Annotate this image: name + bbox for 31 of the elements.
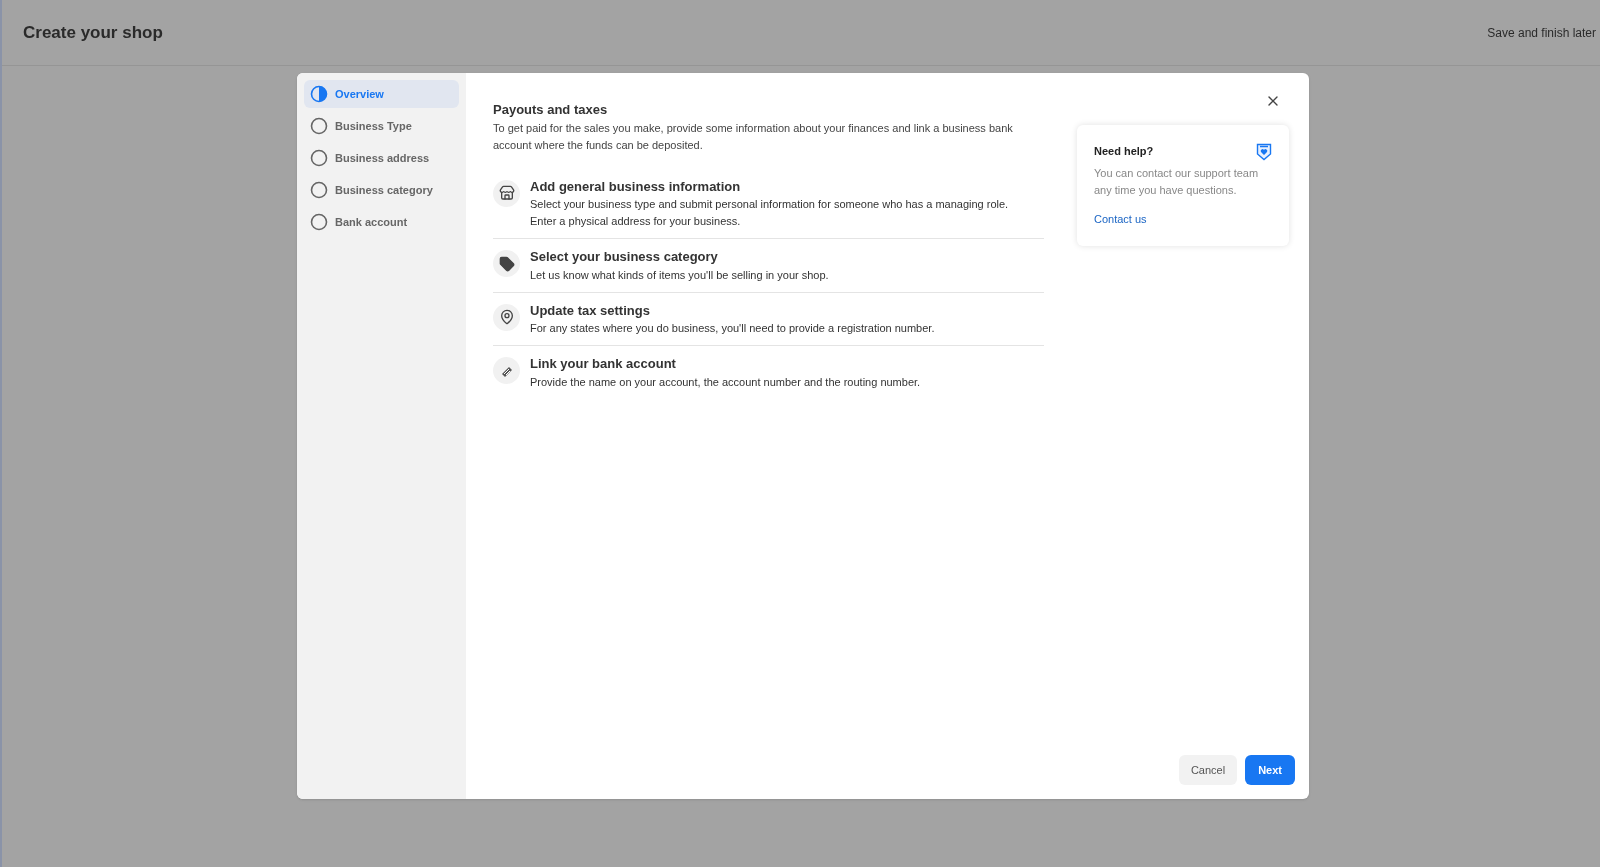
task-title: Add general business information bbox=[530, 177, 742, 196]
step-item[interactable]: Business Type bbox=[304, 112, 459, 140]
half-filled-circle-icon bbox=[310, 85, 328, 103]
circle-icon bbox=[310, 213, 328, 231]
task-title: Select your business category bbox=[530, 248, 719, 266]
section-title: Payouts and taxes bbox=[493, 101, 609, 119]
page-title: Create your shop bbox=[23, 21, 163, 44]
task-title: Update tax settings bbox=[530, 301, 651, 320]
step-item[interactable]: Overview bbox=[304, 80, 459, 108]
task-title: Link your bank account bbox=[530, 355, 677, 373]
task-description: Select your business type and submit personal information for someone who has a managing role. Enter a physical address for your business. bbox=[530, 197, 1010, 229]
task-description: Provide the name on your account, the account number and the routing number. bbox=[530, 374, 922, 390]
cancel-button[interactable]: Cancel bbox=[1178, 755, 1238, 785]
location-pin-icon bbox=[498, 309, 515, 325]
circle-icon bbox=[310, 117, 328, 135]
store-icon bbox=[498, 185, 515, 201]
step-item[interactable]: Business address bbox=[304, 144, 459, 172]
step-item[interactable]: Business category bbox=[304, 176, 459, 204]
circle-icon bbox=[310, 149, 328, 167]
help-text: You can contact our support team any time you have questions. bbox=[1094, 166, 1260, 198]
tag-icon bbox=[498, 255, 515, 272]
task-description: Let us know what kinds of items you'll be selling in your shop. bbox=[530, 267, 830, 283]
circle-icon bbox=[310, 181, 328, 199]
step-item[interactable]: Bank account bbox=[304, 208, 459, 236]
contact-us-link[interactable]: Contact us bbox=[1094, 211, 1272, 228]
shield-heart-icon bbox=[1256, 143, 1272, 161]
save-and-finish-later-button[interactable]: Save and finish later bbox=[1487, 23, 1596, 42]
help-title: Need help? bbox=[1094, 144, 1154, 159]
next-button[interactable]: Next bbox=[1245, 755, 1295, 785]
task-description: For any states where you do business, you'll need to provide a registration number. bbox=[530, 321, 936, 336]
section-description: To get paid for the sales you make, provide some information about your finances and link a business bank account where the funds can be deposited. bbox=[493, 120, 1014, 153]
